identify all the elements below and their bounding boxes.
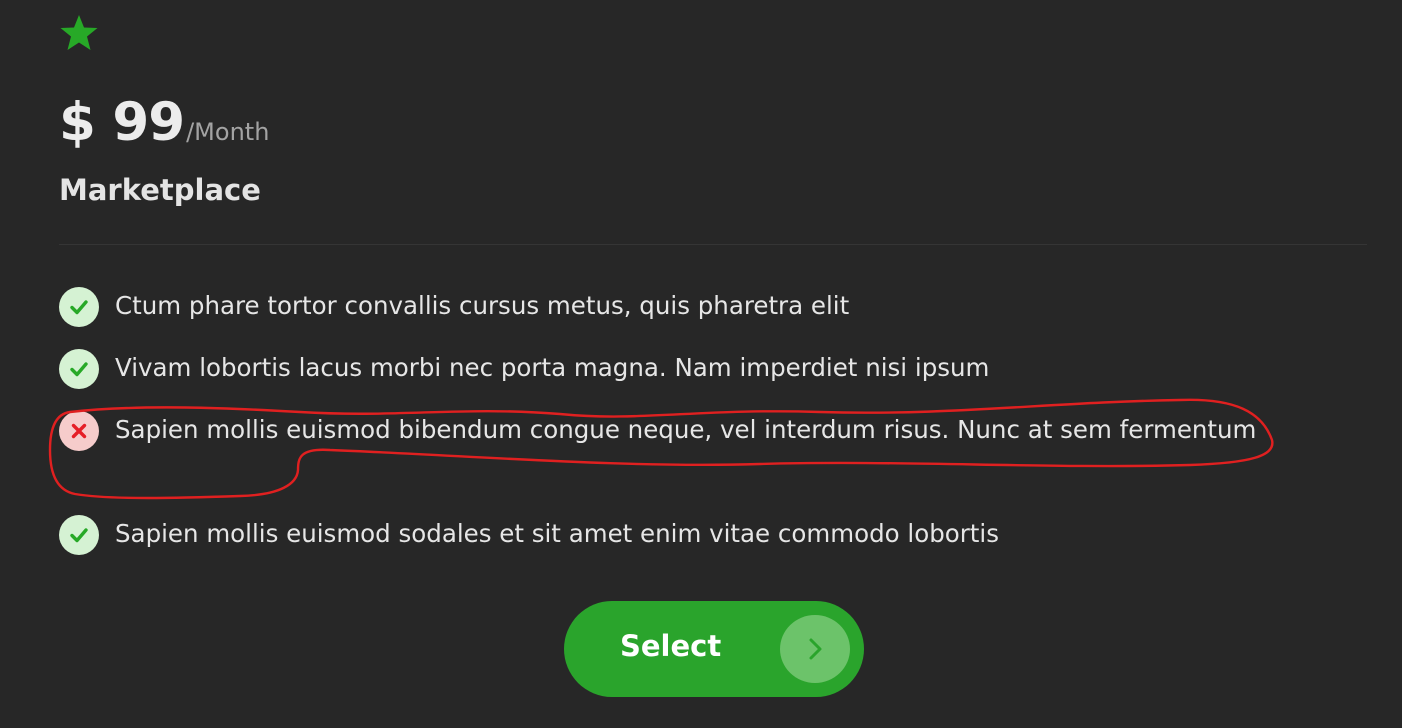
- plan-title: Marketplace: [59, 173, 261, 207]
- feature-text: Ctum phare tortor convallis cursus metus…: [115, 291, 850, 320]
- pricing-card: $ 99 /Month Marketplace Ctum phare torto…: [0, 0, 1402, 728]
- price-amount: $ 99: [59, 92, 185, 153]
- check-icon: [59, 349, 99, 389]
- check-icon: [59, 287, 99, 327]
- feature-text: Sapien mollis euismod sodales et sit ame…: [115, 519, 999, 548]
- divider: [59, 244, 1367, 245]
- feature-item: Vivam lobortis lacus morbi nec porta mag…: [59, 349, 1159, 389]
- feature-text: Vivam lobortis lacus morbi nec porta mag…: [115, 353, 990, 382]
- check-icon: [59, 515, 99, 555]
- select-button[interactable]: Select: [564, 601, 864, 697]
- price: $ 99 /Month: [59, 92, 269, 162]
- price-period: /Month: [186, 118, 270, 146]
- select-label: Select: [620, 629, 722, 663]
- feature-item: Sapien mollis euismod sodales et sit ame…: [59, 515, 1159, 555]
- feature-item: Ctum phare tortor convallis cursus metus…: [59, 287, 1159, 327]
- star-icon: [60, 15, 98, 50]
- feature-item: Sapien mollis euismod bibendum congue ne…: [59, 411, 1259, 451]
- feature-text: Sapien mollis euismod bibendum congue ne…: [115, 415, 1257, 444]
- cross-icon: [59, 411, 99, 451]
- chevron-right-icon: [780, 615, 850, 683]
